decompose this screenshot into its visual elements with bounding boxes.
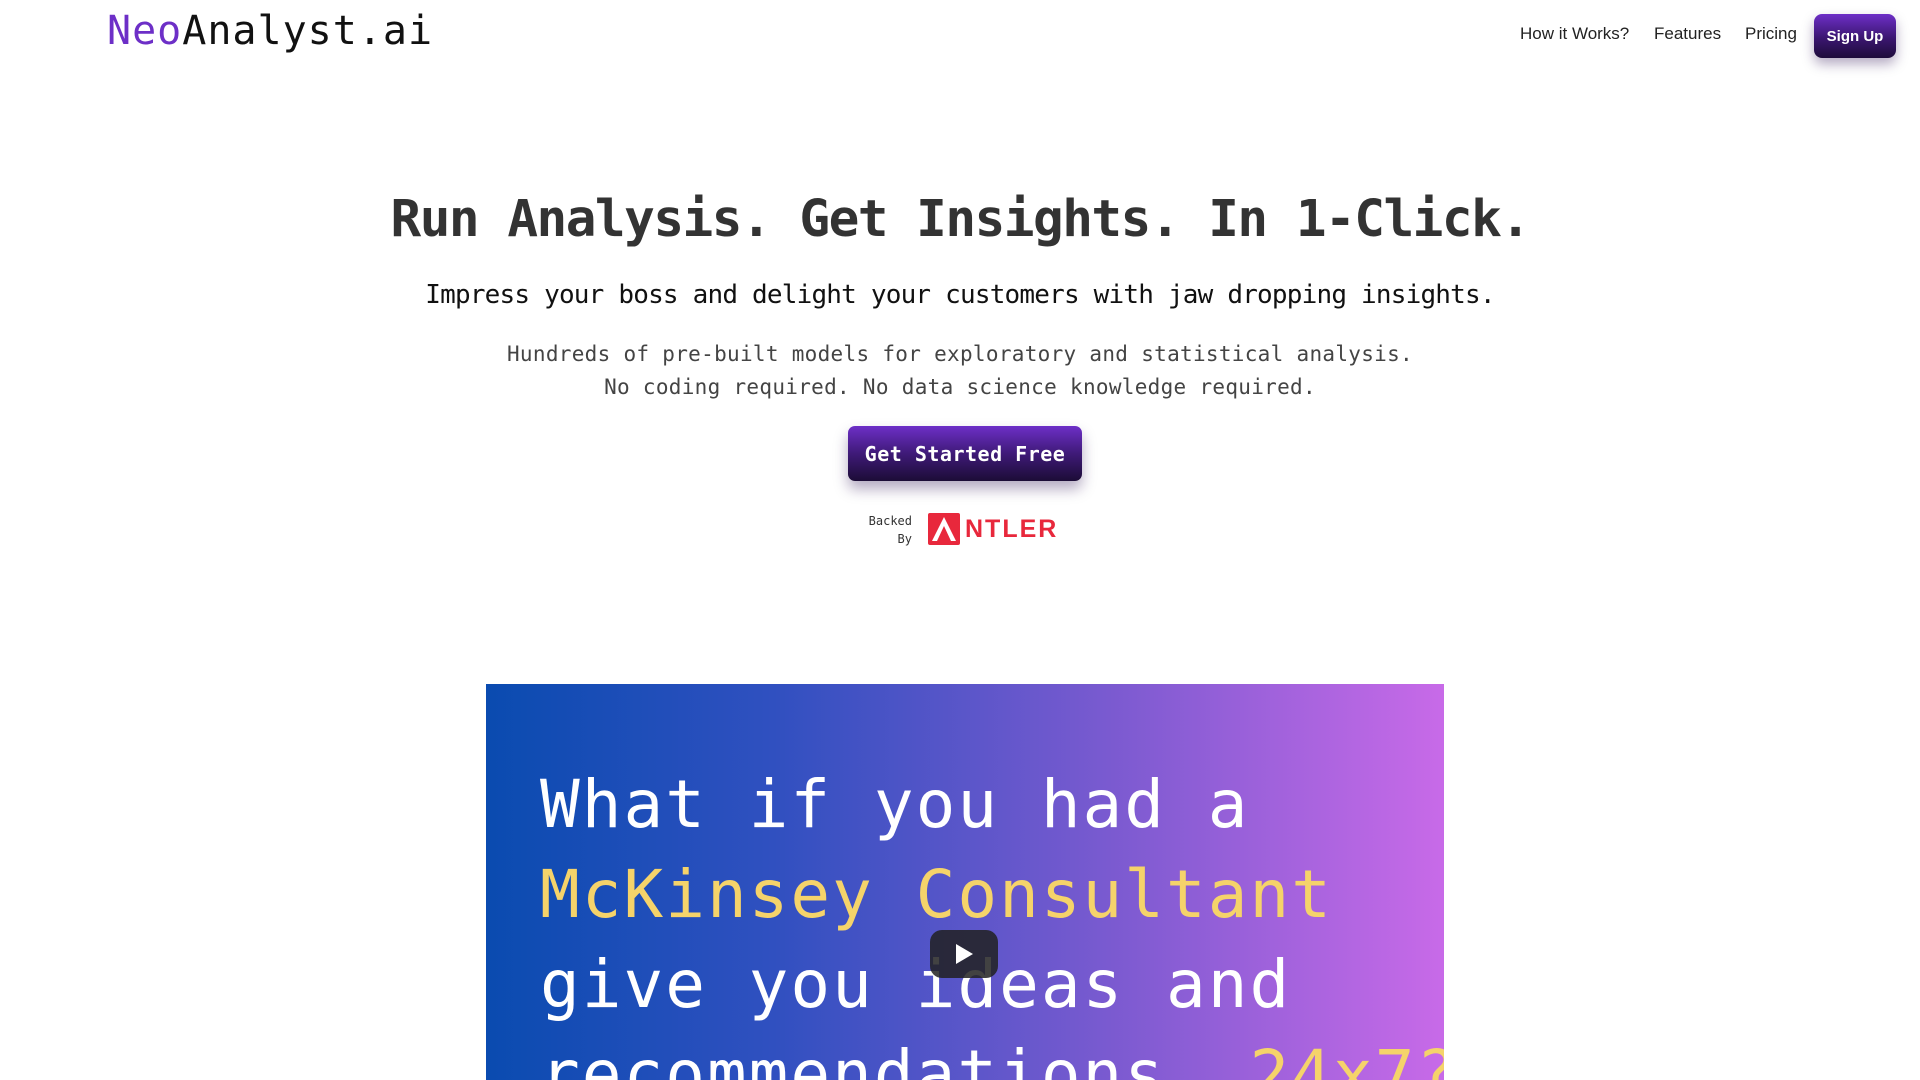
- intro-video[interactable]: What if you had a McKinsey Consultant gi…: [486, 684, 1444, 1080]
- site-header: NeoAnalyst.ai How it Works? Features Pri…: [0, 0, 1920, 72]
- logo-suffix: Analyst.ai: [182, 8, 434, 54]
- nav-features[interactable]: Features: [1654, 24, 1721, 44]
- hero-subtitle: Impress your boss and delight your custo…: [425, 280, 1495, 310]
- logo-prefix: Neo: [107, 8, 183, 54]
- antler-a-icon: [928, 513, 960, 545]
- antler-wordmark: NTLER: [965, 514, 1059, 543]
- sign-up-button[interactable]: Sign Up: [1814, 14, 1896, 58]
- video-text-line-4-highlight: 24x7?: [1249, 1036, 1444, 1080]
- video-text-line-3: give you ideas and: [540, 946, 1292, 1023]
- video-text-line-2: McKinsey Consultant: [540, 856, 1333, 933]
- play-icon: [956, 944, 973, 964]
- nav-pricing[interactable]: Pricing: [1745, 24, 1797, 44]
- video-text-line-1: What if you had a: [540, 766, 1250, 843]
- video-text-line-4: recommendations, 24x7?: [540, 1036, 1444, 1080]
- hero-description-line-2: No coding required. No data science know…: [604, 375, 1316, 399]
- video-text-highlight: McKinsey Consultant: [540, 856, 1333, 933]
- get-started-button[interactable]: Get Started Free: [848, 426, 1082, 481]
- antler-logo: NTLER: [928, 512, 1058, 546]
- video-text-line-4-main: recommendations,: [540, 1036, 1208, 1080]
- video-play-button[interactable]: [930, 930, 998, 978]
- site-logo[interactable]: NeoAnalyst.ai: [107, 8, 433, 54]
- backed-label-line-2: By: [897, 532, 912, 546]
- hero-description-line-1: Hundreds of pre-built models for explora…: [506, 342, 1413, 366]
- hero-title: Run Analysis. Get Insights. In 1-Click.: [390, 190, 1531, 249]
- nav-how-it-works[interactable]: How it Works?: [1520, 24, 1629, 44]
- backed-label-line-1: Backed: [868, 514, 912, 528]
- backed-by-label: Backed By: [856, 512, 912, 548]
